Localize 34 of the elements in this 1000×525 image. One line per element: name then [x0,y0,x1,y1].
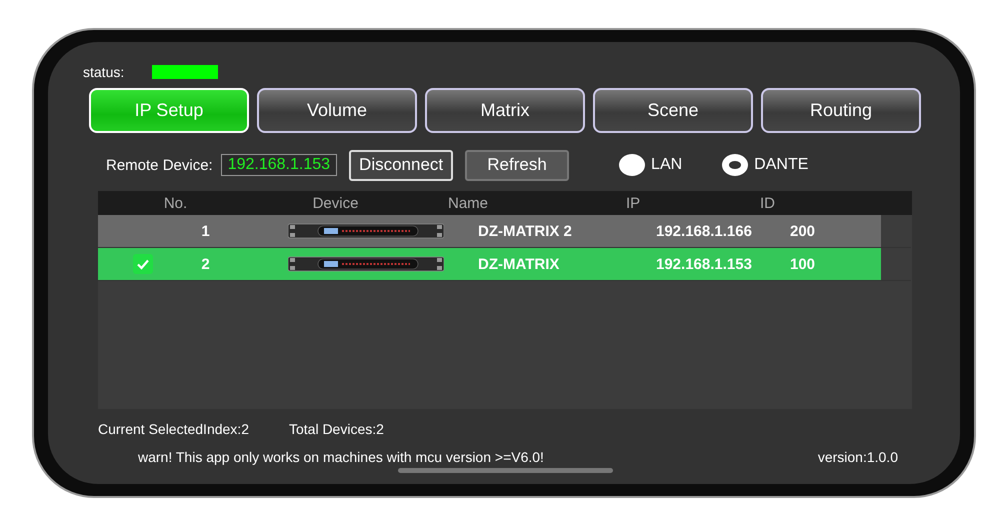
radio-button[interactable] [619,154,646,176]
radio-label: DANTE [754,156,808,174]
selected-index-text: Current SelectedIndex:2 [98,421,249,437]
table-cell-text: 2 [200,256,211,272]
table-cell-text: 1 [200,222,211,240]
refresh-button[interactable]: Refresh [465,150,570,180]
disconnect-button[interactable]: Disconnect [349,150,454,180]
rack-device-icon [288,223,444,239]
table-cell-text: 200 [790,222,816,240]
device-row[interactable]: 1 DZ-MATRIX 2 192.168.1.166 200 [98,215,881,247]
radio-button[interactable] [722,154,748,176]
column-header: Device [312,194,360,212]
tab[interactable]: Volume [257,88,417,133]
column-header: IP [626,194,642,212]
table-cell-text: 192.168.1.166 [656,222,753,240]
table-cell-text: DZ-MATRIX 2 [478,222,573,240]
column-header: No. [162,194,188,212]
remote-device-label: Remote Device: [106,156,213,174]
warning-text: warn! This app only works on machines with mcu version >=V6.0! [138,449,544,465]
column-header: ID [760,194,776,212]
total-devices-text: Total Devices:2 [288,421,384,437]
table-cell-text: DZ-MATRIX [478,256,560,272]
table-cell-text: 192.168.1.153 [656,256,753,272]
column-header: Name [448,194,490,212]
tab[interactable]: Scene [593,88,753,133]
tab[interactable]: Routing [761,88,921,133]
tab[interactable]: Matrix [425,88,585,133]
version-text: version:1.0.0 [818,449,898,465]
rack-device-icon [288,256,444,272]
ip-address-field: 192.168.1.153 [220,154,338,176]
table-cell-text: 100 [790,256,816,272]
radio-label: LAN [651,156,682,174]
status-label: status: [83,64,124,80]
checkmark-icon [133,254,153,274]
